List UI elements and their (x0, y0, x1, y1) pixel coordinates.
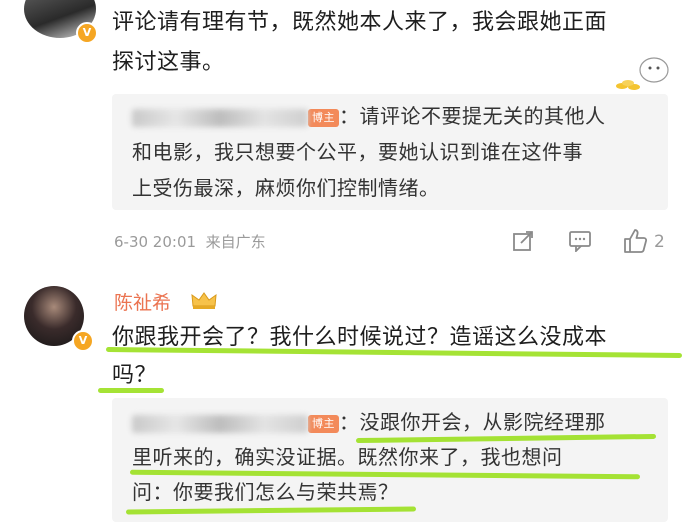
date-text: 6-30 20:01 (114, 233, 197, 251)
reply-text: ：没跟你开会，从影院经理那 (339, 410, 606, 434)
verified-badge-icon: V (72, 330, 94, 352)
reply-line2: 和电影，我只想要个公平，要她认识到谁在这件事 (132, 140, 583, 164)
crown-badge-icon (191, 292, 217, 309)
blurred-username (132, 108, 308, 127)
owner-tag: 博主 (308, 414, 339, 433)
owner-tag: 博主 (308, 108, 339, 127)
like-icon[interactable] (622, 228, 648, 254)
share-icon[interactable] (512, 230, 534, 252)
reply-line1: 博主 ：没跟你开会，从影院经理那 (132, 406, 606, 439)
comment-date: 6-30 20:01 来自广东 (114, 231, 266, 252)
like-count: 2 (654, 232, 665, 252)
reply-line3: 问：你要我们怎么与荣共焉？ (132, 480, 399, 504)
location-text: 来自广东 (205, 233, 266, 251)
blurred-username (132, 414, 308, 433)
comment-text-line1: 评论请有理有节，既然她本人来了，我会跟她正面 (112, 10, 608, 35)
verified-badge-icon: V (76, 22, 98, 44)
comment-text-line2: 探讨这事。 (112, 50, 225, 75)
comment-icon[interactable] (568, 230, 592, 252)
username[interactable]: 陈祉希 (114, 288, 171, 315)
highlight-stroke (98, 388, 164, 393)
sticker-icon (616, 57, 669, 90)
reply-line1: 博主 ：请评论不要提无关的其他人 (132, 100, 606, 133)
reply-line2: 里听来的，确实没证据。既然你来了，我也想问 (132, 445, 563, 469)
reply-line3: 上受伤最深，麻烦你们控制情绪。 (132, 176, 440, 200)
reply-text: ：请评论不要提无关的其他人 (339, 104, 606, 128)
